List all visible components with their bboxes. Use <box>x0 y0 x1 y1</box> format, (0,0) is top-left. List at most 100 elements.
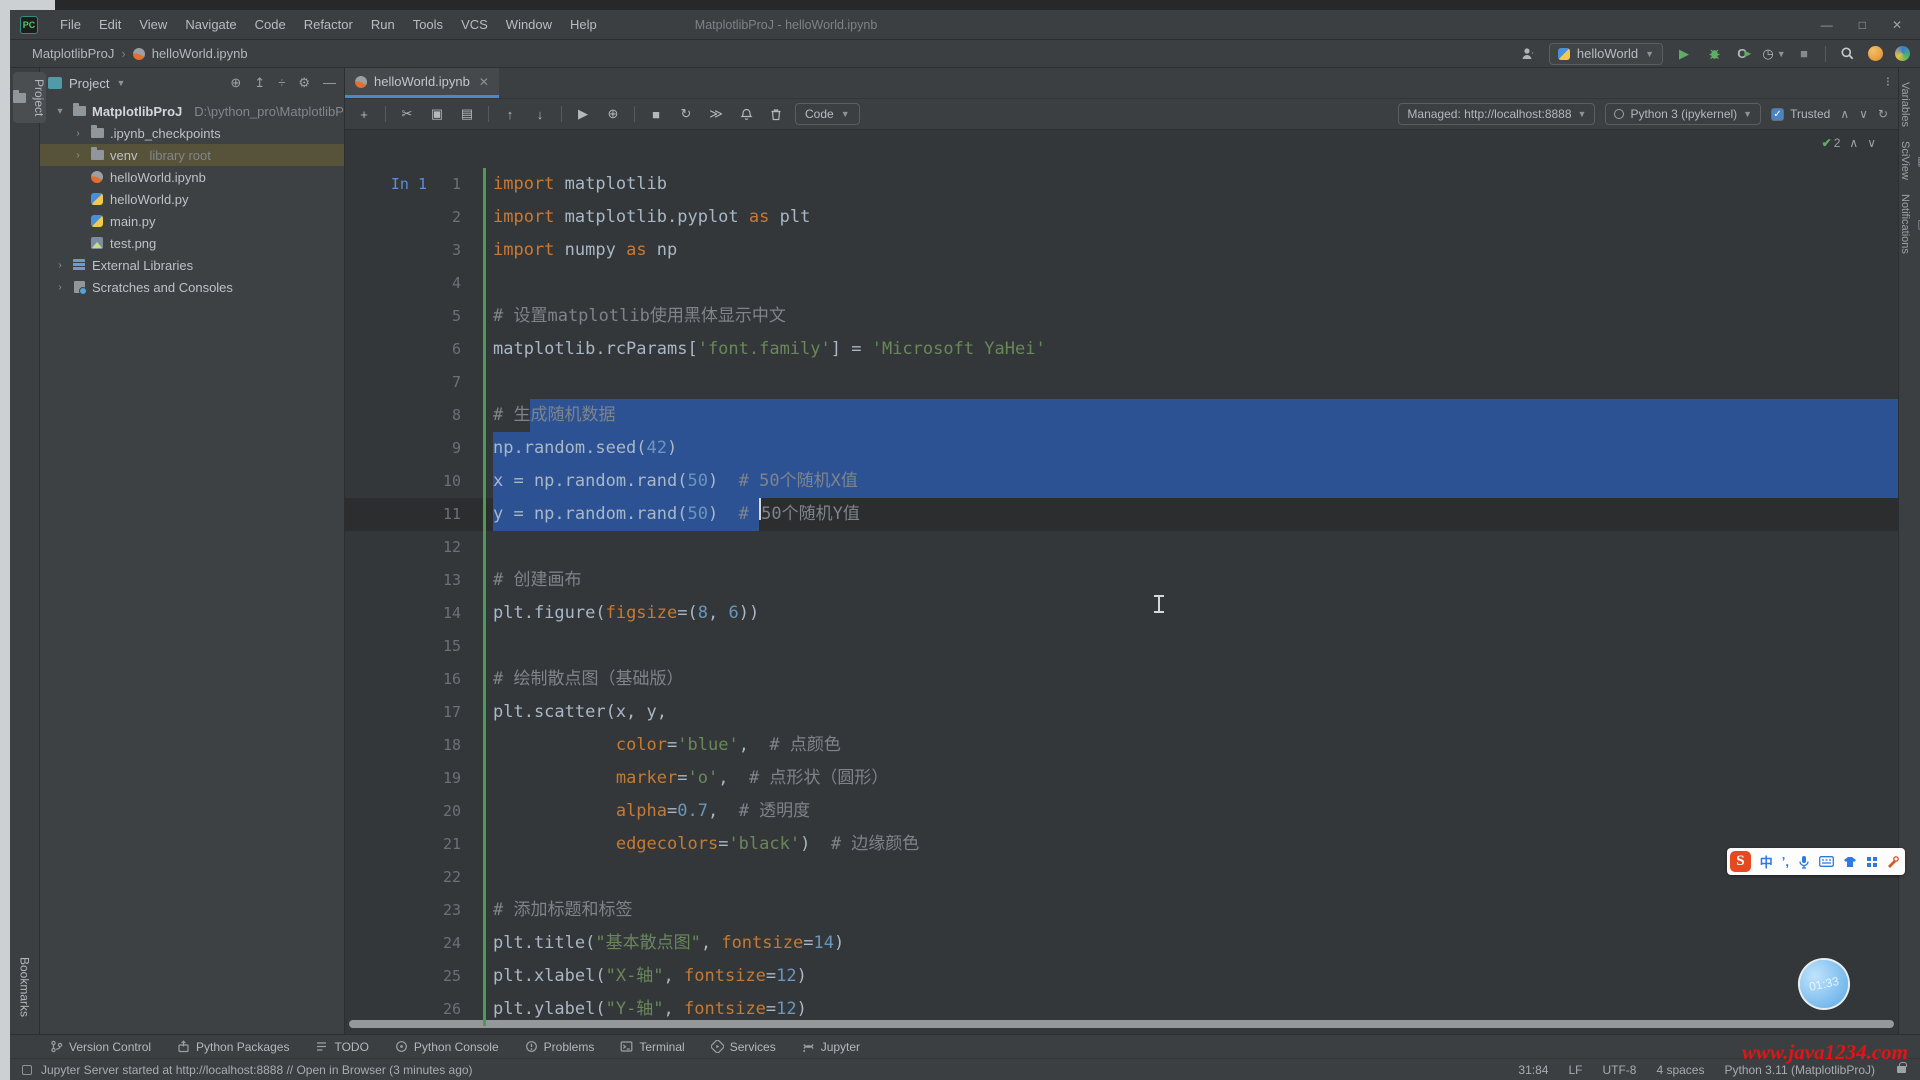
code-line-8[interactable]: 8# 生成随机数据 <box>345 399 1898 432</box>
hide-panel-icon[interactable]: — <box>323 75 336 91</box>
code-line-18[interactable]: 18 color='blue', # 点颜色 <box>345 729 1898 762</box>
close-tab-icon[interactable]: ✕ <box>479 75 489 89</box>
code-line-23[interactable]: 23# 添加标题和标签 <box>345 894 1898 927</box>
menu-code[interactable]: Code <box>247 14 294 35</box>
interrupt-kernel-icon[interactable]: ■ <box>647 105 665 123</box>
toolwindow-python-console[interactable]: Python Console <box>395 1040 499 1054</box>
tree-item--ipynb-checkpoints[interactable]: ›.ipynb_checkpoints <box>40 122 344 144</box>
line-separator[interactable]: LF <box>1568 1063 1582 1077</box>
code-line-1[interactable]: In 11import matplotlib <box>345 168 1898 201</box>
menu-run[interactable]: Run <box>363 14 403 35</box>
breadcrumb-project[interactable]: MatplotlibProJ <box>32 46 114 61</box>
kernel-select[interactable]: Python 3 (ipykernel) ▼ <box>1605 103 1761 125</box>
tree-chevron-icon[interactable]: ▾ <box>54 106 66 117</box>
code-line-3[interactable]: 3import numpy as np <box>345 234 1898 267</box>
locate-icon[interactable]: ⊕ <box>230 75 241 91</box>
readonly-lock-icon[interactable] <box>1897 1066 1906 1073</box>
toolwindow-version-control[interactable]: Version Control <box>50 1040 151 1054</box>
ime-keyboard-icon[interactable] <box>1819 856 1834 867</box>
refresh-icon[interactable]: ↻ <box>1878 107 1888 121</box>
menu-tools[interactable]: Tools <box>405 14 451 35</box>
code-line-16[interactable]: 16# 绘制散点图（基础版） <box>345 663 1898 696</box>
code-line-13[interactable]: 13# 创建画布 <box>345 564 1898 597</box>
run-configuration-select[interactable]: helloWorld ▼ <box>1549 43 1663 65</box>
tool-stripe-sciview[interactable]: ▦SciView <box>1899 141 1920 180</box>
code-editor[interactable]: ✔ 2 ∧ ∨ In 11import matplotlib2import ma… <box>345 130 1898 1034</box>
menu-refactor[interactable]: Refactor <box>296 14 361 35</box>
run-button[interactable]: ▶ <box>1675 45 1693 63</box>
tool-stripe-bookmarks[interactable]: Bookmarks <box>18 950 32 1024</box>
cut-cell-icon[interactable]: ✂ <box>398 105 416 123</box>
code-line-9[interactable]: 9np.random.seed(42) <box>345 432 1898 465</box>
code-line-5[interactable]: 5# 设置matplotlib使用黑体显示中文 <box>345 300 1898 333</box>
tree-item-main-py[interactable]: main.py <box>40 210 344 232</box>
ime-mic-icon[interactable] <box>1798 855 1810 869</box>
code-line-7[interactable]: 7 <box>345 366 1898 399</box>
tool-stripe-variables[interactable]: Variables <box>1899 82 1911 127</box>
indent-style[interactable]: 4 spaces <box>1656 1063 1704 1077</box>
tree-chevron-icon[interactable]: › <box>54 260 66 271</box>
server-select[interactable]: Managed: http://localhost:8888 ▼ <box>1398 103 1595 125</box>
tool-stripe-project[interactable]: Project <box>13 72 46 123</box>
copy-cell-icon[interactable]: ▣ <box>428 105 446 123</box>
code-line-20[interactable]: 20 alpha=0.7, # 透明度 <box>345 795 1898 828</box>
code-line-2[interactable]: 2import matplotlib.pyplot as plt <box>345 201 1898 234</box>
next-problem-icon[interactable]: ∨ <box>1867 136 1876 150</box>
stop-button[interactable]: ■ <box>1795 45 1813 63</box>
search-everywhere-icon[interactable] <box>1838 45 1856 63</box>
menu-view[interactable]: View <box>131 14 175 35</box>
debug-button[interactable] <box>1705 45 1723 63</box>
ime-punctuation-icon[interactable]: ’, <box>1782 854 1789 869</box>
move-cell-up-icon[interactable]: ↑ <box>501 105 519 123</box>
add-cell-icon[interactable]: + <box>355 105 373 123</box>
breadcrumb-file[interactable]: helloWorld.ipynb <box>152 46 248 61</box>
paste-cell-icon[interactable]: ▤ <box>458 105 476 123</box>
code-line-6[interactable]: 6matplotlib.rcParams['font.family'] = 'M… <box>345 333 1898 366</box>
settings-orange-icon[interactable] <box>1868 46 1883 61</box>
trusted-checkbox[interactable]: ✓ Trusted <box>1771 107 1830 121</box>
tree-item-helloworld-ipynb[interactable]: helloWorld.ipynb <box>40 166 344 188</box>
code-line-24[interactable]: 24plt.title("基本散点图", fontsize=14) <box>345 927 1898 960</box>
close-icon[interactable]: ✕ <box>1892 18 1902 32</box>
run-all-cells-icon[interactable]: ⊕ <box>604 105 622 123</box>
sogou-logo-icon[interactable]: S <box>1730 851 1751 872</box>
prev-problem-icon[interactable]: ∧ <box>1849 136 1858 150</box>
menu-file[interactable]: File <box>52 14 89 35</box>
menu-window[interactable]: Window <box>498 14 560 35</box>
tree-item-scratches-and-consoles[interactable]: ›Scratches and Consoles <box>40 276 344 298</box>
code-line-14[interactable]: 14plt.figure(figsize=(8, 6)) <box>345 597 1898 630</box>
toolwindow-terminal[interactable]: Terminal <box>620 1040 684 1054</box>
code-line-15[interactable]: 15 <box>345 630 1898 663</box>
chevron-down-icon[interactable]: ▼ <box>116 78 125 88</box>
coverage-button[interactable]: C▶ <box>1735 45 1753 63</box>
tree-item-test-png[interactable]: test.png <box>40 232 344 254</box>
toolwindow-problems[interactable]: Problems <box>525 1040 595 1054</box>
restart-run-all-icon[interactable]: ≫ <box>707 105 725 123</box>
code-line-12[interactable]: 12 <box>345 531 1898 564</box>
maximize-icon[interactable]: □ <box>1859 18 1866 32</box>
code-line-25[interactable]: 25plt.xlabel("X-轴", fontsize=12) <box>345 960 1898 993</box>
prev-cell-icon[interactable]: ∧ <box>1840 107 1849 121</box>
gear-icon[interactable]: ⚙ <box>298 75 310 91</box>
code-line-4[interactable]: 4 <box>345 267 1898 300</box>
tree-item-helloworld-py[interactable]: helloWorld.py <box>40 188 344 210</box>
profiler-button[interactable]: ◷▼ <box>1765 45 1783 63</box>
inspection-widget[interactable]: ✔ 2 ∧ ∨ <box>1822 136 1876 150</box>
code-line-19[interactable]: 19 marker='o', # 点形状（圆形） <box>345 762 1898 795</box>
compact-icon[interactable]: ÷ <box>278 75 285 91</box>
tool-stripe-notifications[interactable]: ▣Notifications <box>1899 194 1920 254</box>
menu-edit[interactable]: Edit <box>91 14 129 35</box>
menu-navigate[interactable]: Navigate <box>177 14 244 35</box>
run-cell-icon[interactable]: ▶ <box>574 105 592 123</box>
caret-position[interactable]: 31:84 <box>1518 1063 1548 1077</box>
code-line-11[interactable]: 11y = np.random.rand(50) # 50个随机Y值 <box>345 498 1898 531</box>
restart-kernel-icon[interactable]: ↻ <box>677 105 695 123</box>
horizontal-scrollbar[interactable] <box>349 1020 1894 1028</box>
tree-item-external-libraries[interactable]: ›External Libraries <box>40 254 344 276</box>
menu-help[interactable]: Help <box>562 14 605 35</box>
code-line-22[interactable]: 22 <box>345 861 1898 894</box>
delete-cell-icon[interactable] <box>767 105 785 123</box>
ime-wrench-icon[interactable] <box>1887 856 1899 868</box>
collapse-all-icon[interactable]: ↥ <box>254 75 265 91</box>
ime-toolbar[interactable]: S 中 ’, <box>1727 848 1905 875</box>
